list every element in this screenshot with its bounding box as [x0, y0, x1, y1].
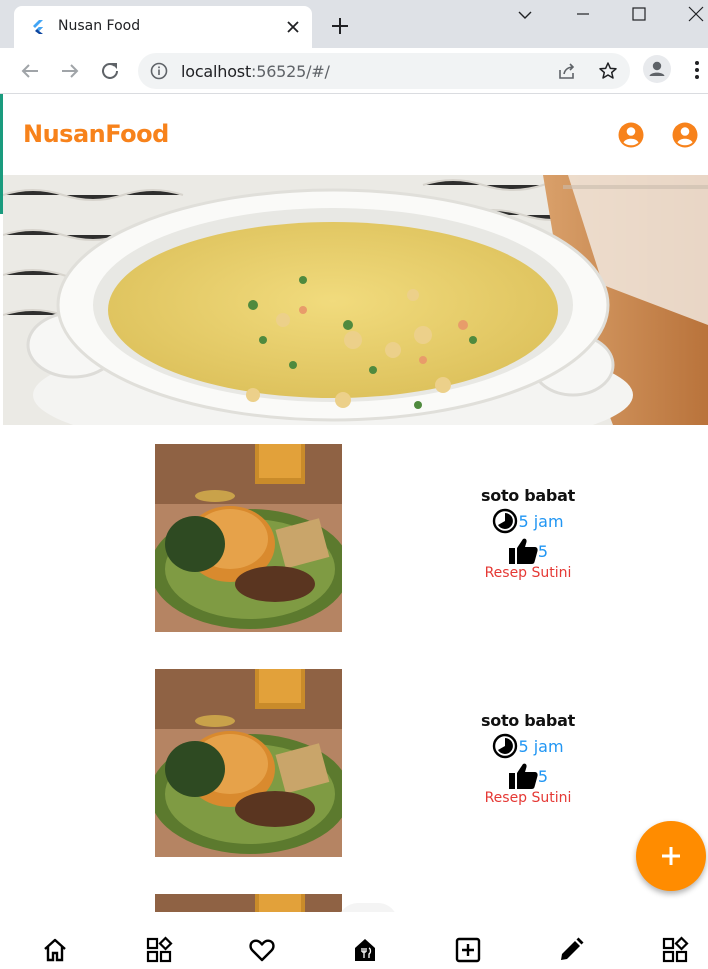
app-title: NusanFood	[23, 120, 169, 148]
recipe-image[interactable]	[155, 669, 342, 857]
recipe-duration: 5 jam	[518, 511, 564, 531]
add-box-icon[interactable]	[454, 936, 482, 964]
account-circle-icon[interactable]	[617, 121, 645, 149]
duration-row: 5 jam	[443, 732, 613, 760]
timelapse-icon	[493, 733, 518, 759]
account-circle-icon[interactable]	[671, 121, 699, 149]
star-icon[interactable]	[598, 61, 618, 81]
recipe-title: soto babat	[481, 711, 575, 730]
url-host: localhost	[181, 62, 252, 81]
back-arrow-icon[interactable]	[18, 59, 42, 83]
recipe-author: Resep Sutini	[484, 565, 572, 581]
favorite-icon[interactable]	[248, 936, 276, 964]
maximize-icon[interactable]	[628, 4, 650, 26]
browser-toolbar: localhost:56525/#/	[0, 48, 708, 94]
recipe-card[interactable]: soto babat 5 jam 5 Resep Sutini	[3, 444, 708, 644]
recipe-image-partial[interactable]	[155, 894, 342, 914]
recipe-title: soto babat	[481, 486, 575, 505]
recipe-info: soto babat 5 jam 5 Resep Sutini	[443, 711, 613, 806]
nasi-padang-photo	[155, 444, 342, 632]
browser-tab[interactable]: Nusan Food	[14, 6, 312, 48]
profile-avatar[interactable]	[643, 55, 671, 83]
browser-tabstrip: Nusan Food	[0, 0, 708, 48]
address-bar[interactable]: localhost:56525/#/	[138, 53, 630, 89]
close-icon[interactable]	[284, 18, 302, 36]
plus-icon	[662, 847, 680, 865]
bottom-navigation	[3, 912, 708, 969]
recipe-likes: 5	[537, 541, 549, 561]
url-text[interactable]: localhost:56525/#/	[181, 62, 330, 81]
person-icon	[649, 61, 665, 76]
likes-row: 5	[443, 762, 613, 790]
recipe-info: soto babat 5 jam 5 Resep Sutini	[443, 486, 613, 581]
likes-row: 5	[443, 537, 613, 565]
add-recipe-button[interactable]	[636, 821, 706, 891]
new-tab-icon[interactable]	[330, 16, 350, 36]
info-icon[interactable]	[150, 62, 168, 80]
thumb-up-icon	[508, 538, 538, 564]
minimize-icon[interactable]	[572, 4, 594, 26]
category-icon[interactable]	[145, 936, 173, 964]
recipe-image[interactable]	[155, 444, 342, 632]
home-icon[interactable]	[41, 936, 69, 964]
recipe-duration: 5 jam	[518, 736, 564, 756]
window-close-icon[interactable]	[685, 4, 707, 26]
timelapse-icon	[493, 508, 518, 534]
duration-row: 5 jam	[443, 507, 613, 535]
app-bar: NusanFood	[3, 95, 708, 175]
nasi-padang-photo	[155, 669, 342, 857]
recipe-author: Resep Sutini	[484, 790, 572, 806]
thumb-up-icon	[508, 763, 538, 789]
tab-title: Nusan Food	[58, 18, 141, 34]
chevron-down-icon[interactable]	[514, 4, 536, 26]
url-path: :56525/#/	[251, 62, 330, 81]
nasi-padang-photo	[155, 894, 342, 914]
soup-bowl-photo	[3, 175, 708, 425]
reload-icon[interactable]	[98, 59, 122, 83]
hero-image	[3, 175, 708, 425]
recipe-card[interactable]: soto babat 5 jam 5 Resep Sutini	[3, 669, 708, 869]
category-icon[interactable]	[661, 936, 689, 964]
flutter-favicon-icon	[33, 20, 43, 34]
forward-arrow-icon[interactable]	[58, 59, 82, 83]
share-icon[interactable]	[557, 61, 577, 81]
edit-icon[interactable]	[557, 936, 585, 964]
more-vert-icon[interactable]	[690, 58, 704, 82]
recipe-likes: 5	[537, 766, 549, 786]
restaurant-icon[interactable]	[351, 936, 379, 964]
